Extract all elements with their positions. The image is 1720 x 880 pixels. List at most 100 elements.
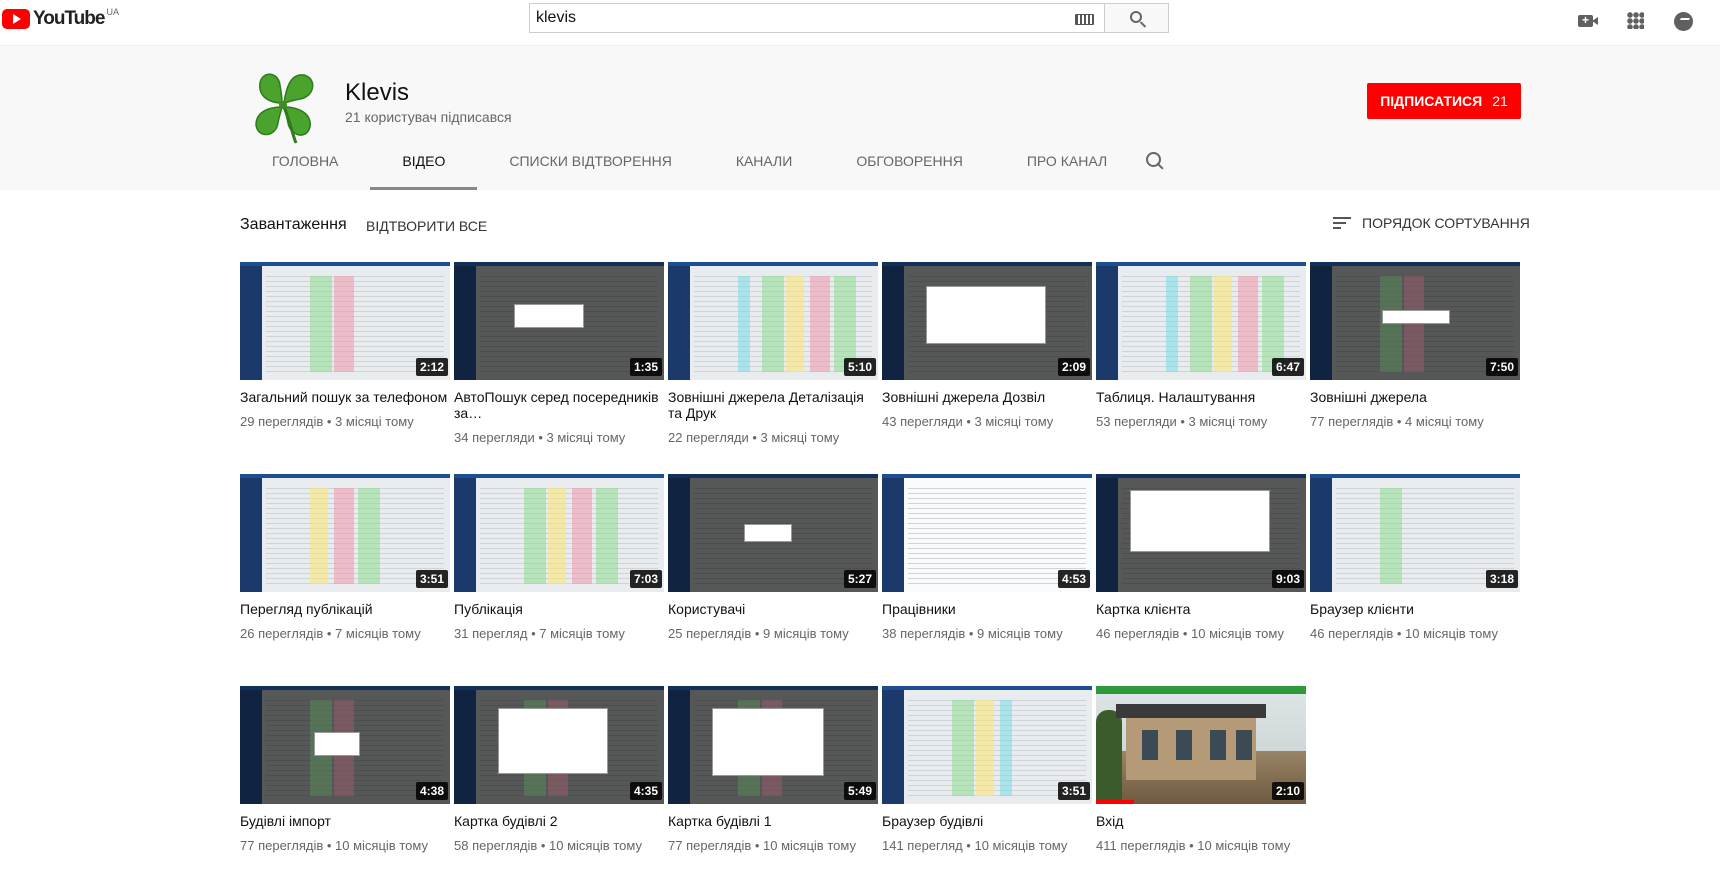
video-card[interactable]: 7:03 Публікація 31 перегляд • 7 місяців то… [454,474,664,643]
create-video-button[interactable] [1576,10,1598,32]
video-duration: 9:03 [1271,570,1304,588]
search-icon [1130,11,1142,23]
video-thumbnail[interactable]: 2:12 [240,262,450,380]
video-title[interactable]: Картка будівлі 1 [668,813,878,829]
country-code: UA [106,7,119,17]
video-duration: 2:10 [1271,782,1304,800]
video-title[interactable]: АвтоПошук серед посередників за… [454,389,664,421]
apps-button[interactable] [1624,10,1646,32]
video-meta: 26 переглядів • 7 місяців тому [240,626,421,641]
top-icons [1576,10,1720,32]
video-duration: 3:51 [1057,782,1090,800]
video-thumbnail[interactable]: 3:51 [882,686,1092,804]
video-card[interactable]: 9:03 Картка клієнта 46 переглядів • 10 міс… [1096,474,1306,643]
video-thumbnail[interactable]: 6:47 [1096,262,1306,380]
search-button[interactable] [1104,3,1169,33]
video-meta: 38 переглядів • 9 місяців тому [882,626,1063,641]
tab-discussion[interactable]: ОБГОВОРЕННЯ [824,132,995,190]
video-title[interactable]: Браузер будівлі [882,813,1092,829]
video-card[interactable]: 6:47 Таблиця. Налаштування 53 перегляди • … [1096,262,1306,431]
channel-name: Klevis [345,79,410,106]
search-box [529,3,1104,33]
search-bar [529,3,1169,33]
video-duration: 3:51 [415,570,448,588]
video-card[interactable]: 1:35 АвтоПошук серед посередників за… 34 п… [454,262,664,447]
video-card[interactable]: 4:38 Будівлі імпорт 77 переглядів • 10 міс… [240,686,450,855]
search-input[interactable] [530,4,1104,32]
channel-tabs: ГОЛОВНА ВІДЕО СПИСКИ ВІДТВОРЕННЯ КАНАЛИ … [240,132,1165,190]
video-duration: 3:18 [1485,570,1518,588]
video-duration: 6:47 [1271,358,1304,376]
video-thumbnail[interactable]: 9:03 [1096,474,1306,592]
video-title[interactable]: Браузер клієнти [1310,601,1520,617]
tab-home[interactable]: ГОЛОВНА [240,132,370,190]
video-title[interactable]: Картка клієнта [1096,601,1306,617]
video-meta: 53 перегляди • 3 місяці тому [1096,414,1268,429]
video-thumbnail[interactable]: 4:53 [882,474,1092,592]
video-duration: 2:12 [415,358,448,376]
channel-search-icon[interactable] [1145,151,1165,171]
video-card[interactable]: 5:10 Зовнішні джерела Деталізація та Друк… [668,262,878,447]
video-thumbnail[interactable]: 7:03 [454,474,664,592]
video-title[interactable]: Картка будівлі 2 [454,813,664,829]
video-card[interactable]: 2:12 Загальний пошук за телефоном 29 перег… [240,262,450,431]
video-card[interactable]: 5:27 Користувачі 25 переглядів • 9 місяців… [668,474,878,643]
video-title[interactable]: Будівлі імпорт [240,813,450,829]
youtube-logo[interactable]: YouTube UA [2,7,119,30]
video-card[interactable]: 4:35 Картка будівлі 2 58 переглядів • 10 м… [454,686,664,855]
video-card[interactable]: 3:18 Браузер клієнти 46 переглядів • 10 мі… [1310,474,1520,643]
video-meta: 25 переглядів • 9 місяців тому [668,626,849,641]
video-thumbnail[interactable]: 4:35 [454,686,664,804]
video-thumbnail[interactable]: 2:10 [1096,686,1306,804]
subscriber-count: 21 користувач підписався [345,109,512,125]
video-meta: 22 перегляди • 3 місяці тому [668,430,840,445]
video-title[interactable]: Вхід [1096,813,1306,829]
video-meta: 29 переглядів • 3 місяці тому [240,414,414,429]
video-title[interactable]: Користувачі [668,601,878,617]
video-title[interactable]: Загальний пошук за телефоном [240,389,450,405]
video-title[interactable]: Зовнішні джерела Деталізація та Друк [668,389,878,421]
play-all-button[interactable]: ВІДТВОРИТИ ВСЕ [366,218,487,234]
video-title[interactable]: Публікація [454,601,664,617]
uploads-title[interactable]: Завантаження [240,216,347,234]
video-card[interactable]: 2:10 Вхід 411 переглядів • 10 місяців тому [1096,686,1306,855]
video-card[interactable]: 3:51 Перегляд публікацій 26 переглядів • 7… [240,474,450,643]
video-title[interactable]: Таблиця. Налаштування [1096,389,1306,405]
subscribe-button[interactable]: ПІДПИСАТИСЯ 21 [1367,83,1521,119]
video-card[interactable]: 5:49 Картка будівлі 1 77 переглядів • 10 м… [668,686,878,855]
keyboard-icon[interactable] [1075,14,1094,25]
messages-button[interactable] [1672,10,1694,32]
sort-label: ПОРЯДОК СОРТУВАННЯ [1362,215,1530,231]
video-duration: 5:49 [843,782,876,800]
video-duration: 4:38 [415,782,448,800]
apps-icon [1627,12,1644,29]
video-meta: 77 переглядів • 4 місяці тому [1310,414,1484,429]
video-meta: 43 перегляди • 3 місяці тому [882,414,1054,429]
video-title[interactable]: Працівники [882,601,1092,617]
video-thumbnail[interactable]: 2:09 [882,262,1092,380]
video-card[interactable]: 4:53 Працівники 38 переглядів • 9 місяців … [882,474,1092,643]
video-thumbnail[interactable]: 5:27 [668,474,878,592]
video-duration: 7:50 [1485,358,1518,376]
tab-channels[interactable]: КАНАЛИ [704,132,825,190]
video-thumbnail[interactable]: 1:35 [454,262,664,380]
video-card[interactable]: 3:51 Браузер будівлі 141 перегляд • 10 міс… [882,686,1092,855]
video-duration: 5:10 [843,358,876,376]
video-thumbnail[interactable]: 7:50 [1310,262,1520,380]
video-title[interactable]: Зовнішні джерела Дозвіл [882,389,1092,405]
video-card[interactable]: 7:50 Зовнішні джерела 77 переглядів • 4 мі… [1310,262,1520,431]
video-thumbnail[interactable]: 5:49 [668,686,878,804]
video-title[interactable]: Перегляд публікацій [240,601,450,617]
video-duration: 5:27 [843,570,876,588]
tab-about[interactable]: ПРО КАНАЛ [995,132,1139,190]
video-thumbnail[interactable]: 3:18 [1310,474,1520,592]
sort-button[interactable]: ПОРЯДОК СОРТУВАННЯ [1333,215,1530,231]
masthead: YouTube UA [0,0,1720,46]
video-thumbnail[interactable]: 3:51 [240,474,450,592]
video-card[interactable]: 2:09 Зовнішні джерела Дозвіл 43 перегляди … [882,262,1092,431]
video-title[interactable]: Зовнішні джерела [1310,389,1520,405]
video-thumbnail[interactable]: 4:38 [240,686,450,804]
video-thumbnail[interactable]: 5:10 [668,262,878,380]
tab-playlists[interactable]: СПИСКИ ВІДТВОРЕННЯ [477,132,703,190]
tab-videos[interactable]: ВІДЕО [370,132,478,190]
